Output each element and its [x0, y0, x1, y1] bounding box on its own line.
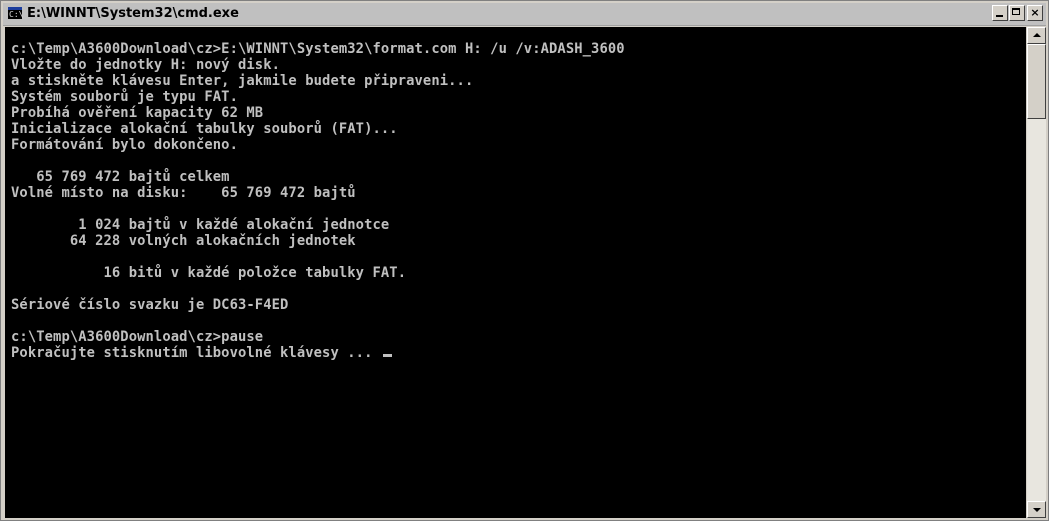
close-icon: ×: [1030, 6, 1040, 19]
title-bar[interactable]: C:\ E:\WINNT\System32\cmd.exe ×: [3, 3, 1046, 26]
console-line: a stiskněte klávesu Enter, jakmile budet…: [11, 73, 474, 89]
window-title: E:\WINNT\System32\cmd.exe: [27, 6, 239, 21]
scroll-thumb[interactable]: [1027, 44, 1046, 119]
console-line: c:\Temp\A3600Download\cz>pause: [11, 329, 264, 345]
maximize-button[interactable]: [1009, 5, 1025, 21]
text-cursor: [382, 354, 392, 357]
maximize-icon: [1012, 8, 1020, 15]
console-output[interactable]: c:\Temp\A3600Download\cz>E:\WINNT\System…: [5, 27, 1026, 518]
console-line: 64 228 volných alokačních jednotek: [11, 233, 356, 249]
console-line: 16 bitů v každé položce tabulky FAT.: [11, 265, 407, 281]
cmd-window: C:\ E:\WINNT\System32\cmd.exe × c:\Temp\…: [0, 0, 1049, 521]
console-line: Vložte do jednotky H: nový disk.: [11, 57, 281, 73]
console-icon[interactable]: C:\: [7, 6, 23, 20]
vertical-scrollbar[interactable]: [1027, 27, 1046, 518]
minimize-icon: [996, 15, 1003, 17]
console-line-text: Pokračujte stisknutím libovolné klávesy …: [11, 345, 381, 361]
console-line: Systém souborů je typu FAT.: [11, 89, 238, 105]
scroll-down-button[interactable]: [1027, 501, 1046, 518]
close-button[interactable]: ×: [1027, 5, 1043, 21]
console-line: 1 024 bajtů v každé alokační jednotce: [11, 217, 390, 233]
console-line: Formátování bylo dokončeno.: [11, 137, 238, 153]
scroll-up-button[interactable]: [1027, 27, 1046, 44]
console-line: Volné místo na disku: 65 769 472 bajtů: [11, 185, 356, 201]
console-line: c:\Temp\A3600Download\cz>E:\WINNT\System…: [11, 41, 625, 57]
console-line: 65 769 472 bajtů celkem: [11, 169, 230, 185]
console-prompt-line: Pokračujte stisknutím libovolné klávesy …: [11, 345, 392, 361]
console-line: Probíhá ověření kapacity 62 MB: [11, 105, 264, 121]
arrow-down-icon: [1033, 508, 1041, 512]
arrow-up-icon: [1033, 33, 1041, 37]
console-line: Inicializace alokační tabulky souborů (F…: [11, 121, 398, 137]
minimize-button[interactable]: [992, 5, 1008, 21]
console-line: Sériové číslo svazku je DC63-F4ED: [11, 297, 289, 313]
